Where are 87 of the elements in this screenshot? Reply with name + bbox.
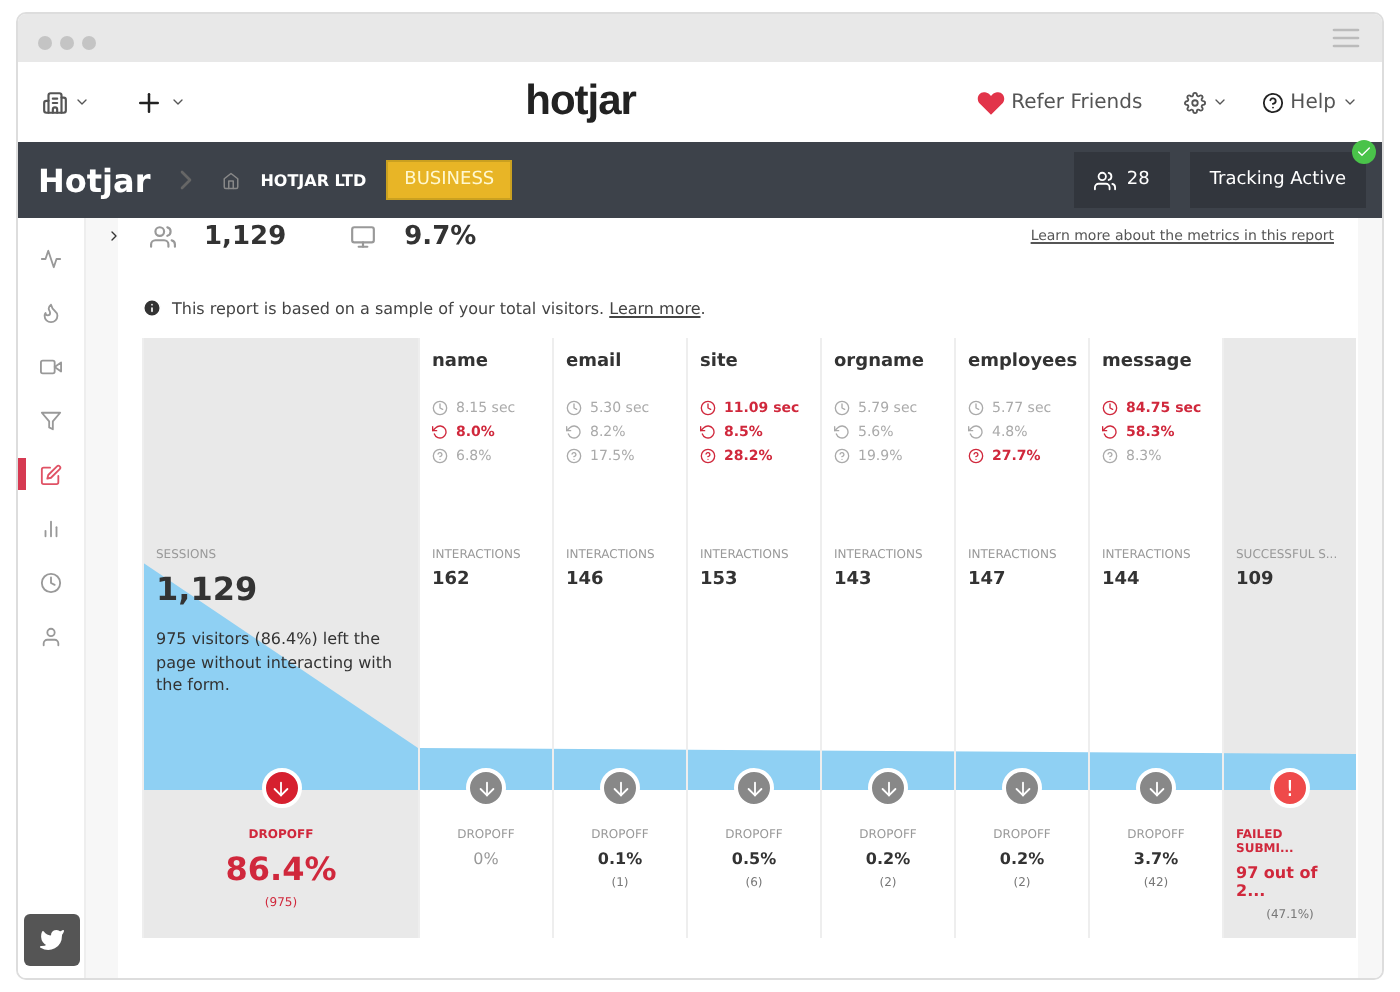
sessions-description: 975 visitors (86.4%) left the page without interacting with the form. (156, 628, 395, 698)
field-name: site (700, 352, 738, 372)
caret-icon[interactable] (170, 94, 186, 110)
field-name: message (1102, 352, 1192, 372)
dropoff-icon (868, 768, 908, 808)
conversion-rate: 9.7% (404, 221, 477, 251)
funnel-icon (40, 409, 62, 431)
dropoff-icon (734, 768, 774, 808)
clock-icon (432, 400, 448, 416)
info-icon (142, 298, 162, 318)
sessions-total: 1,129 (204, 221, 287, 251)
interactions-value: 153 (700, 570, 738, 590)
help-icon (1102, 448, 1118, 464)
users-button[interactable]: 28 (1074, 152, 1170, 208)
brand-name: Hotjar (38, 161, 151, 199)
clock-icon (566, 400, 582, 416)
interactions-value: 147 (968, 570, 1006, 590)
refer-friends-link[interactable]: Refer Friends (1011, 91, 1143, 113)
visitors-icon (150, 223, 176, 249)
dropoff-value: 0.5% (731, 850, 777, 868)
plus-icon[interactable] (134, 87, 164, 117)
dropoff-icon (1136, 768, 1176, 808)
flame-icon (40, 301, 62, 323)
bird-icon (40, 928, 64, 952)
clock-icon (968, 400, 984, 416)
video-icon (40, 355, 62, 377)
caret-icon[interactable] (1212, 94, 1229, 110)
refresh-icon (1102, 424, 1118, 440)
dropoff-value: 0.1% (597, 850, 643, 868)
home-icon (222, 171, 241, 189)
dropoff-value: 0.2% (999, 850, 1045, 868)
interactions-value: 143 (834, 570, 872, 590)
refresh-icon (700, 424, 716, 440)
dropoff-icon (466, 768, 506, 808)
successful-value: 109 (1236, 570, 1274, 590)
sessions-value: 1,129 (156, 570, 258, 608)
users-icon (1094, 169, 1117, 191)
help-link[interactable]: Help (1290, 91, 1336, 113)
help-icon (432, 448, 448, 464)
edit-icon (40, 463, 62, 485)
clock-icon (1102, 400, 1118, 416)
alert-icon: ! (1270, 768, 1310, 808)
help-icon[interactable] (1262, 91, 1285, 113)
caret-icon[interactable] (1341, 94, 1358, 110)
refresh-icon (834, 424, 850, 440)
help-icon (968, 448, 984, 464)
bar-chart-icon (40, 517, 62, 539)
heart-icon (975, 89, 1006, 115)
help-icon (566, 448, 582, 464)
clock-icon (700, 400, 716, 416)
field-name: email (566, 352, 622, 372)
sample-notice: This report is based on a sample of your total visitors. Learn more. (172, 299, 706, 317)
user-icon (40, 625, 62, 647)
dropoff-value: 0% (473, 850, 499, 868)
caret-icon[interactable] (74, 94, 90, 110)
refresh-icon (968, 424, 984, 440)
field-name: orgname (834, 352, 925, 372)
dropoff-value: 0.2% (865, 850, 911, 868)
field-name: name (432, 352, 488, 372)
refresh-icon (432, 424, 448, 440)
window-dot (38, 35, 52, 49)
learn-more-link[interactable]: Learn more (609, 299, 701, 317)
help-icon (700, 448, 716, 464)
refresh-icon (566, 424, 582, 440)
failed-value: 97 out of 2... (1236, 864, 1320, 900)
expand-icon[interactable] (106, 228, 122, 244)
hotjar-logo: hotjar (525, 78, 636, 126)
dropoff-value: 3.7% (1133, 850, 1179, 868)
interactions-value: 146 (566, 570, 604, 590)
monitor-icon (350, 223, 377, 249)
dropoff-icon (600, 768, 640, 808)
building-icon[interactable] (42, 89, 68, 115)
interactions-value: 162 (432, 570, 470, 590)
dropoff-value: 86.4% (225, 850, 337, 888)
tracking-button[interactable]: Tracking Active (1189, 152, 1366, 208)
plan-badge: BUSINESS (386, 160, 513, 200)
site-name[interactable]: HOTJAR LTD (260, 171, 367, 189)
clock-icon (834, 400, 850, 416)
interactions-value: 144 (1102, 570, 1140, 590)
clock-icon (40, 571, 62, 593)
settings-icon[interactable] (1184, 91, 1207, 113)
window-dot (60, 35, 74, 49)
twitter-button[interactable] (24, 914, 80, 966)
window-dot (82, 35, 96, 49)
dropoff-icon (1002, 768, 1042, 808)
field-name: employees (968, 352, 1078, 372)
help-icon (834, 448, 850, 464)
